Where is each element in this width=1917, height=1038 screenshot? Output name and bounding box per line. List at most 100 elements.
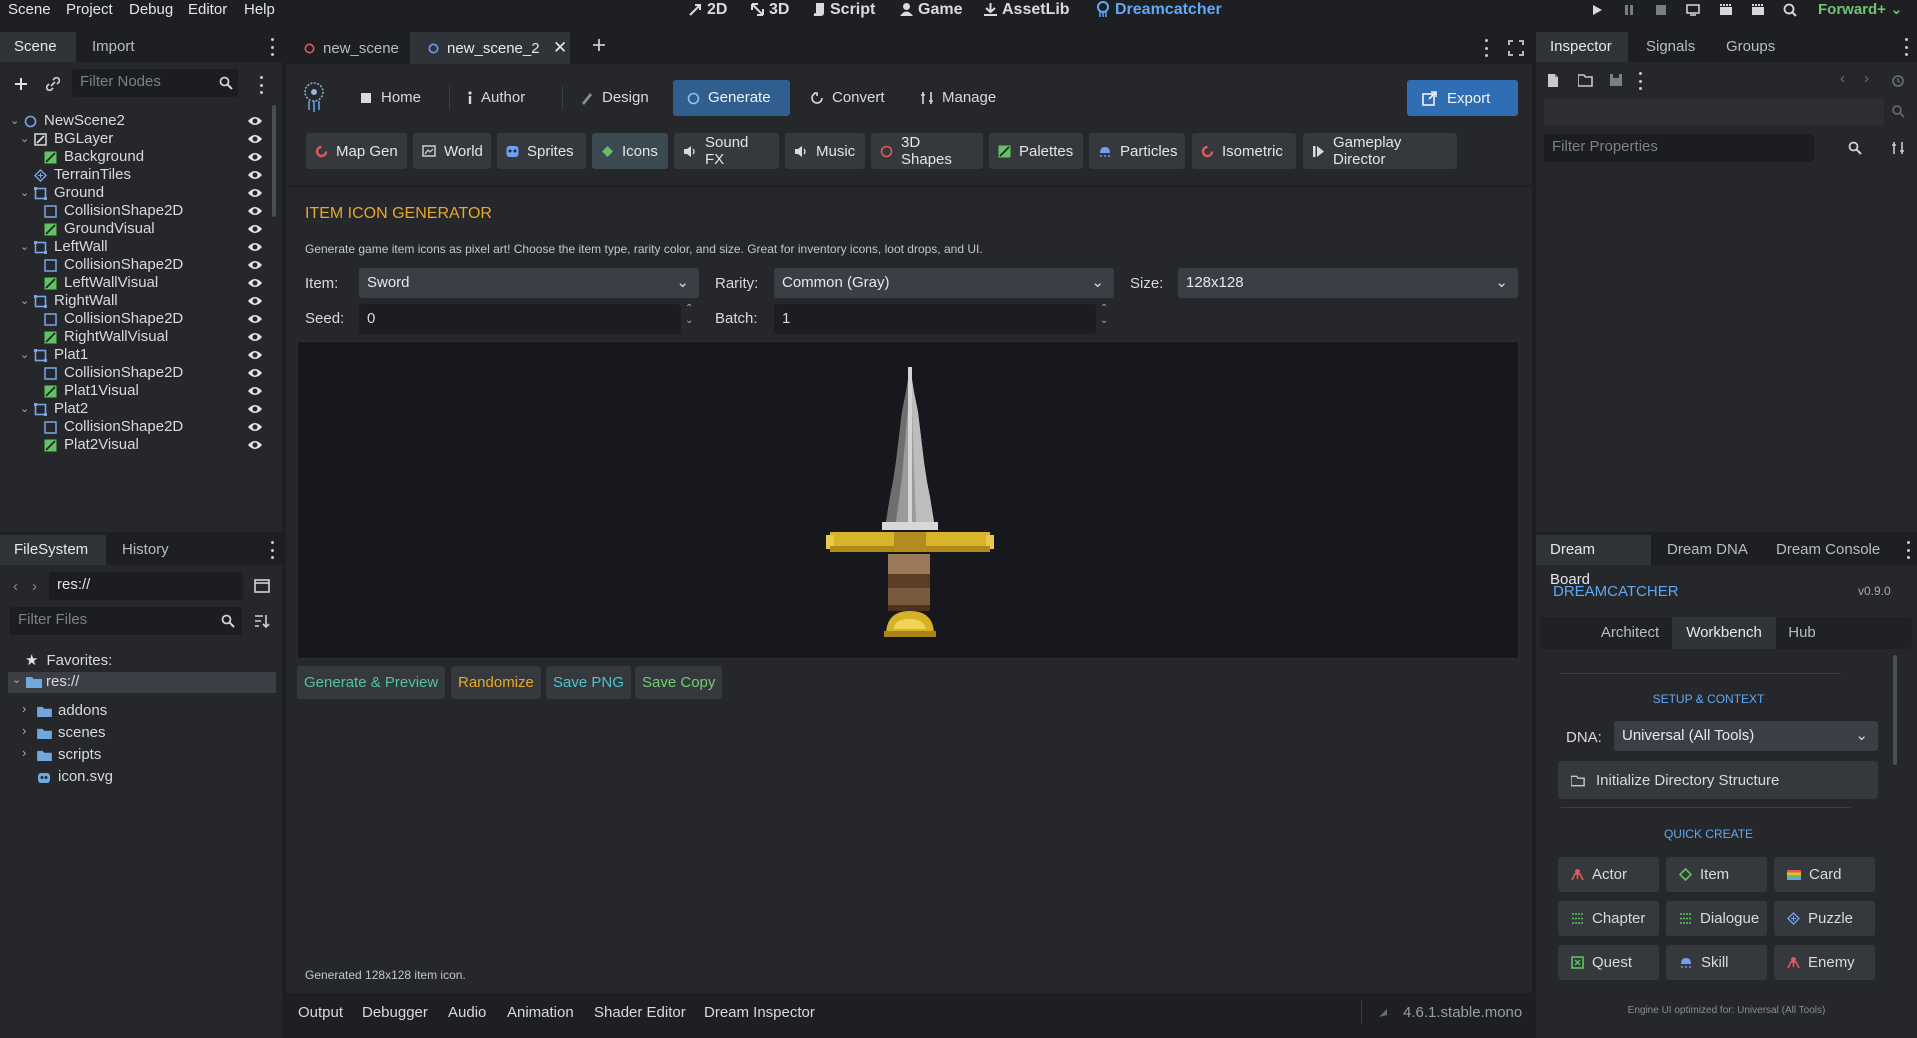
tree-node-row[interactable]: CollisionShape2D [0,310,270,328]
subtab-map-gen[interactable]: Map Gen [306,133,407,169]
visibility-eye-icon[interactable] [247,133,263,145]
tree-node-row[interactable]: ⌄ Plat2 [0,400,270,418]
close-icon[interactable]: ✕ [553,38,567,58]
visibility-eye-icon[interactable] [247,151,263,163]
subtab-icons[interactable]: Icons [592,133,668,169]
visibility-eye-icon[interactable] [247,331,263,343]
nav-generate-button[interactable]: Generate [673,80,790,116]
workspace-script-button[interactable]: Script [812,0,875,19]
quick-create-puzzle-button[interactable]: Puzzle [1774,901,1875,936]
expand-arrow-icon[interactable]: ⌄ [20,292,30,310]
expand-arrow-icon[interactable]: ⌄ [20,130,30,148]
folder-row-addons[interactable]: › addons [20,701,270,723]
menu-scene[interactable]: Scene [8,0,51,19]
tab-signals[interactable]: Signals [1632,32,1709,62]
seed-spinbox[interactable]: 0 [359,304,681,334]
favorites-row[interactable]: ★ Favorites: [25,651,112,670]
scene-tab-new-scene-2[interactable]: new_scene_2 ✕ [410,32,570,64]
tab-audio[interactable]: Audio [448,1004,486,1021]
menu-debug[interactable]: Debug [129,0,173,19]
object-tool-icon[interactable] [1891,104,1905,118]
expand-arrow-icon[interactable]: ⌄ [20,400,30,418]
batch-spinbox[interactable]: 1 [774,304,1096,334]
save-png-button[interactable]: Save PNG [546,666,631,699]
scene-filter-menu-icon[interactable] [258,76,264,94]
open-folder-icon[interactable] [1578,73,1594,87]
quick-create-card-button[interactable]: Card [1774,857,1875,892]
property-options-icon[interactable] [1891,141,1905,155]
subtab-gameplay-director[interactable]: Gameplay Director [1303,133,1457,169]
filesystem-dock-menu-icon[interactable] [269,541,275,559]
nav-author-button[interactable]: Author [453,80,539,116]
tree-node-row[interactable]: ⌄ Ground [0,184,270,202]
tree-node-row[interactable]: Background [0,148,270,166]
distraction-free-icon[interactable] [1508,40,1524,56]
new-resource-icon[interactable] [1546,73,1560,88]
tab-groups[interactable]: Groups [1712,32,1789,62]
visibility-eye-icon[interactable] [247,313,263,325]
visibility-eye-icon[interactable] [247,403,263,415]
movie-maker-button[interactable] [1780,1,1800,19]
subtab-3d-shapes[interactable]: 3D Shapes [871,133,983,169]
visibility-eye-icon[interactable] [247,187,263,199]
subtab-architect[interactable]: Architect [1590,617,1670,649]
visibility-eye-icon[interactable] [247,385,263,397]
history-back-icon[interactable]: ‹ [1840,70,1845,87]
batch-stepper-icon[interactable]: ⌃ ⌄ [1100,303,1108,327]
subtab-palettes[interactable]: Palettes [989,133,1083,169]
workspace-game-button[interactable]: Game [899,0,962,19]
nav-manage-button[interactable]: Manage [906,80,1010,116]
subtab-sound[interactable]: Sound FX [674,133,779,169]
quick-create-enemy-button[interactable]: Enemy [1774,945,1875,980]
quick-create-chapter-button[interactable]: Chapter [1558,901,1659,936]
subtab-particles[interactable]: Particles [1089,133,1185,169]
visibility-eye-icon[interactable] [247,295,263,307]
save-copy-button[interactable]: Save Copy [635,666,723,699]
menu-editor[interactable]: Editor [188,0,227,19]
visibility-eye-icon[interactable] [247,259,263,271]
subtab-world[interactable]: World [413,133,491,169]
tree-node-row[interactable]: RightWallVisual [0,328,270,346]
file-row-icon-svg[interactable]: icon.svg [20,767,270,789]
res-root-row[interactable]: ⌄ res:// [8,672,276,693]
renderer-selector[interactable]: Forward+ ⌄ [1818,0,1903,19]
tab-scene[interactable]: Scene [0,32,76,62]
dream-scrollbar[interactable] [1893,655,1897,765]
subtab-workbench[interactable]: Workbench [1672,617,1776,649]
tab-debugger[interactable]: Debugger [362,1004,428,1021]
visibility-eye-icon[interactable] [247,421,263,433]
size-dropdown[interactable]: 128x128 ⌄ [1178,268,1518,298]
tree-node-row[interactable]: ⌄ RightWall [0,292,270,310]
scene-tabs-menu-icon[interactable] [1483,39,1489,57]
export-button[interactable]: Export [1407,80,1518,116]
split-view-icon[interactable] [254,579,270,593]
tree-node-row[interactable]: LeftWallVisual [0,274,270,292]
tree-node-row[interactable]: GroundVisual [0,220,270,238]
tab-dream-board[interactable]: Dream Board [1536,535,1651,588]
initialize-directory-button[interactable]: Initialize Directory Structure [1558,761,1878,799]
visibility-eye-icon[interactable] [247,169,263,181]
visibility-eye-icon[interactable] [247,205,263,217]
object-selector[interactable] [1544,98,1884,126]
randomize-button[interactable]: Randomize [451,666,541,699]
dream-dock-menu-icon[interactable] [1905,541,1911,559]
workspace-3d-button[interactable]: 3D [750,0,789,19]
add-node-button[interactable] [12,75,30,93]
expand-arrow-icon[interactable]: ⌄ [10,112,20,130]
stop-button[interactable] [1651,1,1671,19]
generate-preview-button[interactable]: Generate & Preview [297,666,446,699]
tab-dream-dna[interactable]: Dream DNA [1653,535,1762,565]
play-scene-button[interactable] [1716,1,1736,19]
inspector-menu-icon[interactable] [1903,38,1909,56]
visibility-eye-icon[interactable] [247,439,263,451]
filter-properties-input[interactable]: Filter Properties [1544,134,1814,162]
tab-history[interactable]: History [108,535,183,565]
path-field[interactable]: res:// [49,572,243,600]
visibility-eye-icon[interactable] [247,367,263,379]
visibility-eye-icon[interactable] [247,115,263,127]
forward-icon[interactable]: › [32,578,37,595]
scene-dock-menu-icon[interactable] [269,38,275,56]
tree-node-row[interactable]: CollisionShape2D [0,202,270,220]
seed-stepper-icon[interactable]: ⌃ ⌄ [685,303,693,327]
remote-debug-button[interactable] [1683,1,1703,19]
